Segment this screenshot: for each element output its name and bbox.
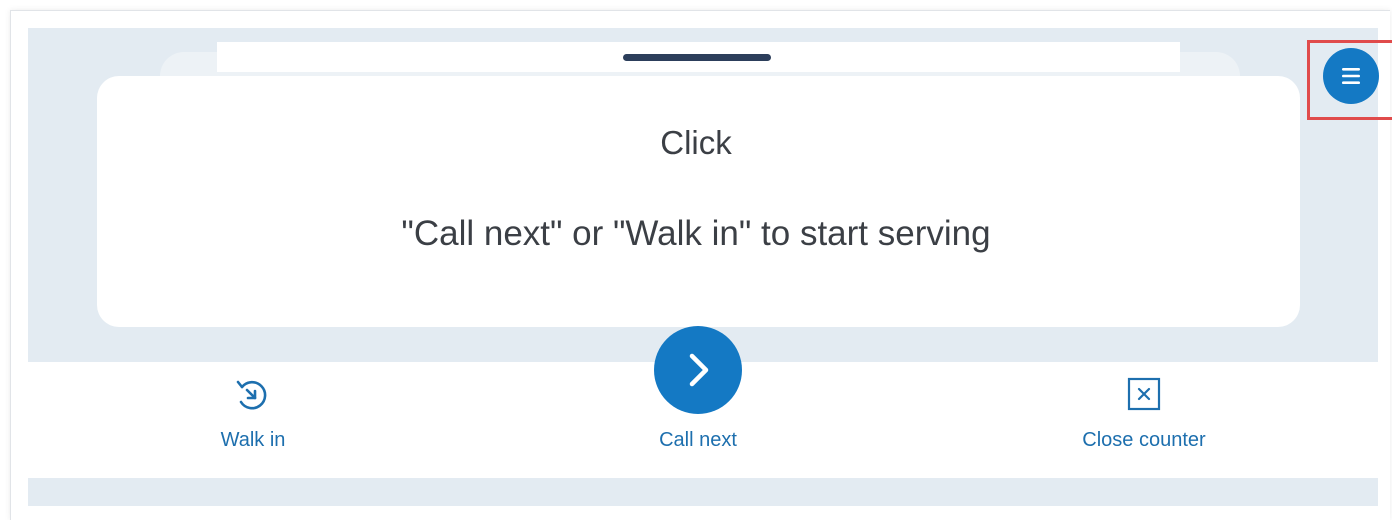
call-next-action[interactable]: Call next (598, 428, 798, 452)
footer-band (28, 478, 1378, 506)
call-next-label: Call next (659, 429, 737, 451)
hamburger-menu-icon (1342, 68, 1360, 84)
close-counter-action[interactable]: Close counter (1024, 428, 1264, 452)
walk-in-clock-icon[interactable] (233, 375, 273, 415)
walk-in-action[interactable]: Walk in (153, 428, 353, 452)
menu-button[interactable] (1323, 48, 1379, 104)
walk-in-label: Walk in (220, 429, 286, 451)
drag-handle[interactable] (623, 54, 771, 61)
close-counter-label: Close counter (1082, 429, 1206, 451)
close-x-box-icon[interactable] (1127, 377, 1161, 411)
app-frame: Click "Call next" or "Walk in" to start … (0, 0, 1392, 520)
chevron-right-icon (689, 353, 709, 387)
card-subtitle: "Call next" or "Walk in" to start servin… (401, 214, 991, 253)
call-next-button[interactable] (654, 326, 742, 414)
card-title: Click (660, 124, 732, 161)
serving-status-card (97, 76, 1300, 327)
